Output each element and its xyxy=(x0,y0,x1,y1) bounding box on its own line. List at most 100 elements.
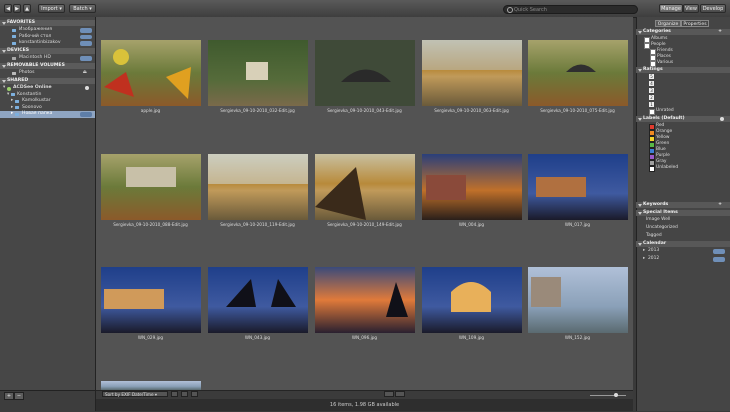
disclosure-icon: ▸ xyxy=(643,248,646,253)
rating-4[interactable]: 4 xyxy=(649,81,654,86)
rating-2[interactable]: 2 xyxy=(649,95,654,100)
devices-header[interactable]: DEVICES xyxy=(0,48,95,54)
search-input[interactable]: Quick Search xyxy=(503,5,638,14)
search-icon xyxy=(507,7,513,13)
thumbnail-sergievka-075[interactable] xyxy=(528,40,628,106)
favorites-header[interactable]: FAVORITES xyxy=(0,20,95,26)
filter-icon[interactable] xyxy=(181,391,188,397)
shared-title: SHARED xyxy=(7,78,29,83)
remove-button[interactable]: − xyxy=(14,392,24,400)
folder-icon xyxy=(15,106,19,109)
list-view-icon[interactable] xyxy=(395,391,405,397)
special-item-tagged[interactable]: Tagged xyxy=(646,233,716,239)
add-keyword-icon[interactable]: + xyxy=(718,202,722,208)
count-badge xyxy=(80,34,92,39)
gear-icon[interactable] xyxy=(85,86,89,90)
sort-select[interactable]: Sort by EXIF Date/Time ▾ xyxy=(102,391,168,397)
sky-shape xyxy=(422,40,522,70)
disclosure-icon xyxy=(638,117,642,121)
thumbnail-caption: Sergievka_09-10-2010_043-Edit.jpg xyxy=(327,108,402,113)
ratings-title: Ratings xyxy=(643,67,663,72)
sidebar-item-label: Photos xyxy=(19,70,35,75)
thumbnail-wn-043[interactable] xyxy=(208,267,308,333)
calendar-year-label: 2012 xyxy=(648,256,660,261)
labels-title: Labels (Default) xyxy=(643,116,685,121)
special-item-uncategorized[interactable]: Uncategorized xyxy=(646,225,716,231)
thumbnail-caption: WN_109.jpg xyxy=(458,335,485,340)
label-unlabeled[interactable]: Unlabeled xyxy=(649,165,719,172)
count-badge xyxy=(80,56,92,61)
building-shape xyxy=(531,277,561,307)
rating-1[interactable]: 1 xyxy=(649,102,654,107)
develop-mode-button[interactable]: Develop xyxy=(700,4,726,13)
tab-properties[interactable]: Properties xyxy=(681,20,709,27)
forward-icon[interactable]: ▶ xyxy=(13,4,21,13)
favorites-title: FAVORITES xyxy=(7,20,36,25)
sidebar-item-home[interactable]: konstantinbizakov xyxy=(0,40,95,47)
label-name: Unlabeled xyxy=(656,165,679,170)
rating-3[interactable]: 3 xyxy=(649,88,654,93)
sidebar-item-new-folder[interactable]: ▸ Новая папка xyxy=(0,111,95,118)
count-badge xyxy=(80,41,92,46)
folder-icon xyxy=(15,99,19,103)
count-badge xyxy=(80,112,92,117)
back-icon[interactable]: ◀ xyxy=(4,4,12,13)
label-swatch xyxy=(649,166,655,172)
tab-organize[interactable]: Organize xyxy=(655,20,681,27)
folder-icon xyxy=(12,28,16,32)
thumbnail-caption: Sergievka_09-10-2010_119-Edit.jpg xyxy=(220,222,295,227)
categories-header[interactable]: Categories + xyxy=(636,29,730,35)
up-folder-icon[interactable]: ▲ xyxy=(23,4,31,13)
disclosure-icon xyxy=(638,203,642,207)
folder-icon xyxy=(11,93,15,96)
category-label: Various xyxy=(657,60,674,65)
thumbnail-caption: apple.jpg xyxy=(140,108,161,113)
view-mode-button[interactable]: View xyxy=(683,4,699,13)
grid-view-icon[interactable] xyxy=(384,391,394,397)
gear-icon[interactable] xyxy=(720,117,724,121)
calendar-year-2012[interactable]: ▸ 2012 xyxy=(641,256,729,262)
sort-direction-icon[interactable] xyxy=(171,391,178,397)
thumbnail-caption: WN_017.jpg xyxy=(564,222,591,227)
thumbnail-caption: WN_043.jpg xyxy=(244,335,271,340)
count-badge xyxy=(713,249,725,254)
ratings-header[interactable]: Ratings xyxy=(636,67,730,73)
calendar-year-label: 2013 xyxy=(648,248,660,253)
building-shape xyxy=(246,62,268,80)
thumbnail-caption: Sergievka_09-10-2010_149-Edit.jpg xyxy=(327,222,402,227)
sidebar-item-label: konstantinbizakov xyxy=(19,40,61,45)
removable-title: REMOVABLE VOLUMES xyxy=(7,63,65,68)
folder-icon xyxy=(15,112,19,116)
checkbox[interactable] xyxy=(649,109,655,115)
eject-icon[interactable]: ⏏ xyxy=(83,70,87,77)
calendar-header[interactable]: Calendar xyxy=(636,241,730,247)
sidebar-item-photos[interactable]: Photos ⏏ xyxy=(0,70,95,77)
slider-knob[interactable] xyxy=(614,393,618,397)
thumbnail-grid: apple.jpg Sergievka_09-10-2010_032-Edit.… xyxy=(96,17,633,390)
rating-unrated[interactable]: Unrated xyxy=(649,108,709,115)
thumbnail-caption: Sergievka_09-10-2010_088-Edit.jpg xyxy=(113,222,188,227)
rating-5[interactable]: 5 xyxy=(649,74,654,79)
disclosure-icon xyxy=(2,21,6,25)
manage-mode-button[interactable]: Manage xyxy=(659,4,683,13)
thumbnail-caption: Sergievka_09-10-2010_075-Edit.jpg xyxy=(540,108,615,113)
removable-header[interactable]: REMOVABLE VOLUMES xyxy=(0,63,95,69)
thumbnail-partial[interactable] xyxy=(101,381,201,390)
special-items-header[interactable]: Special Items xyxy=(636,210,730,216)
calendar-year-2013[interactable]: ▸ 2013 xyxy=(641,248,729,254)
special-item-image-well[interactable]: Image Well xyxy=(646,217,716,223)
add-button[interactable]: + xyxy=(4,392,14,400)
sidebar-item-label: Macintosh HD xyxy=(19,55,51,60)
sidebar-item-macintosh-hd[interactable]: Macintosh HD xyxy=(0,55,95,62)
category-various[interactable]: Various xyxy=(641,60,721,67)
labels-header[interactable]: Labels (Default) xyxy=(636,116,730,122)
import-button[interactable]: Import ▾ xyxy=(38,4,65,13)
thumbnail-size-slider[interactable] xyxy=(590,395,626,396)
group-icon[interactable] xyxy=(191,391,198,397)
cloud-icon xyxy=(7,86,11,91)
keywords-header[interactable]: Keywords + xyxy=(636,202,730,208)
shared-header[interactable]: SHARED xyxy=(0,78,95,84)
batch-button[interactable]: Batch ▾ xyxy=(69,4,96,13)
disclosure-icon xyxy=(2,64,6,68)
add-category-icon[interactable]: + xyxy=(718,29,722,35)
